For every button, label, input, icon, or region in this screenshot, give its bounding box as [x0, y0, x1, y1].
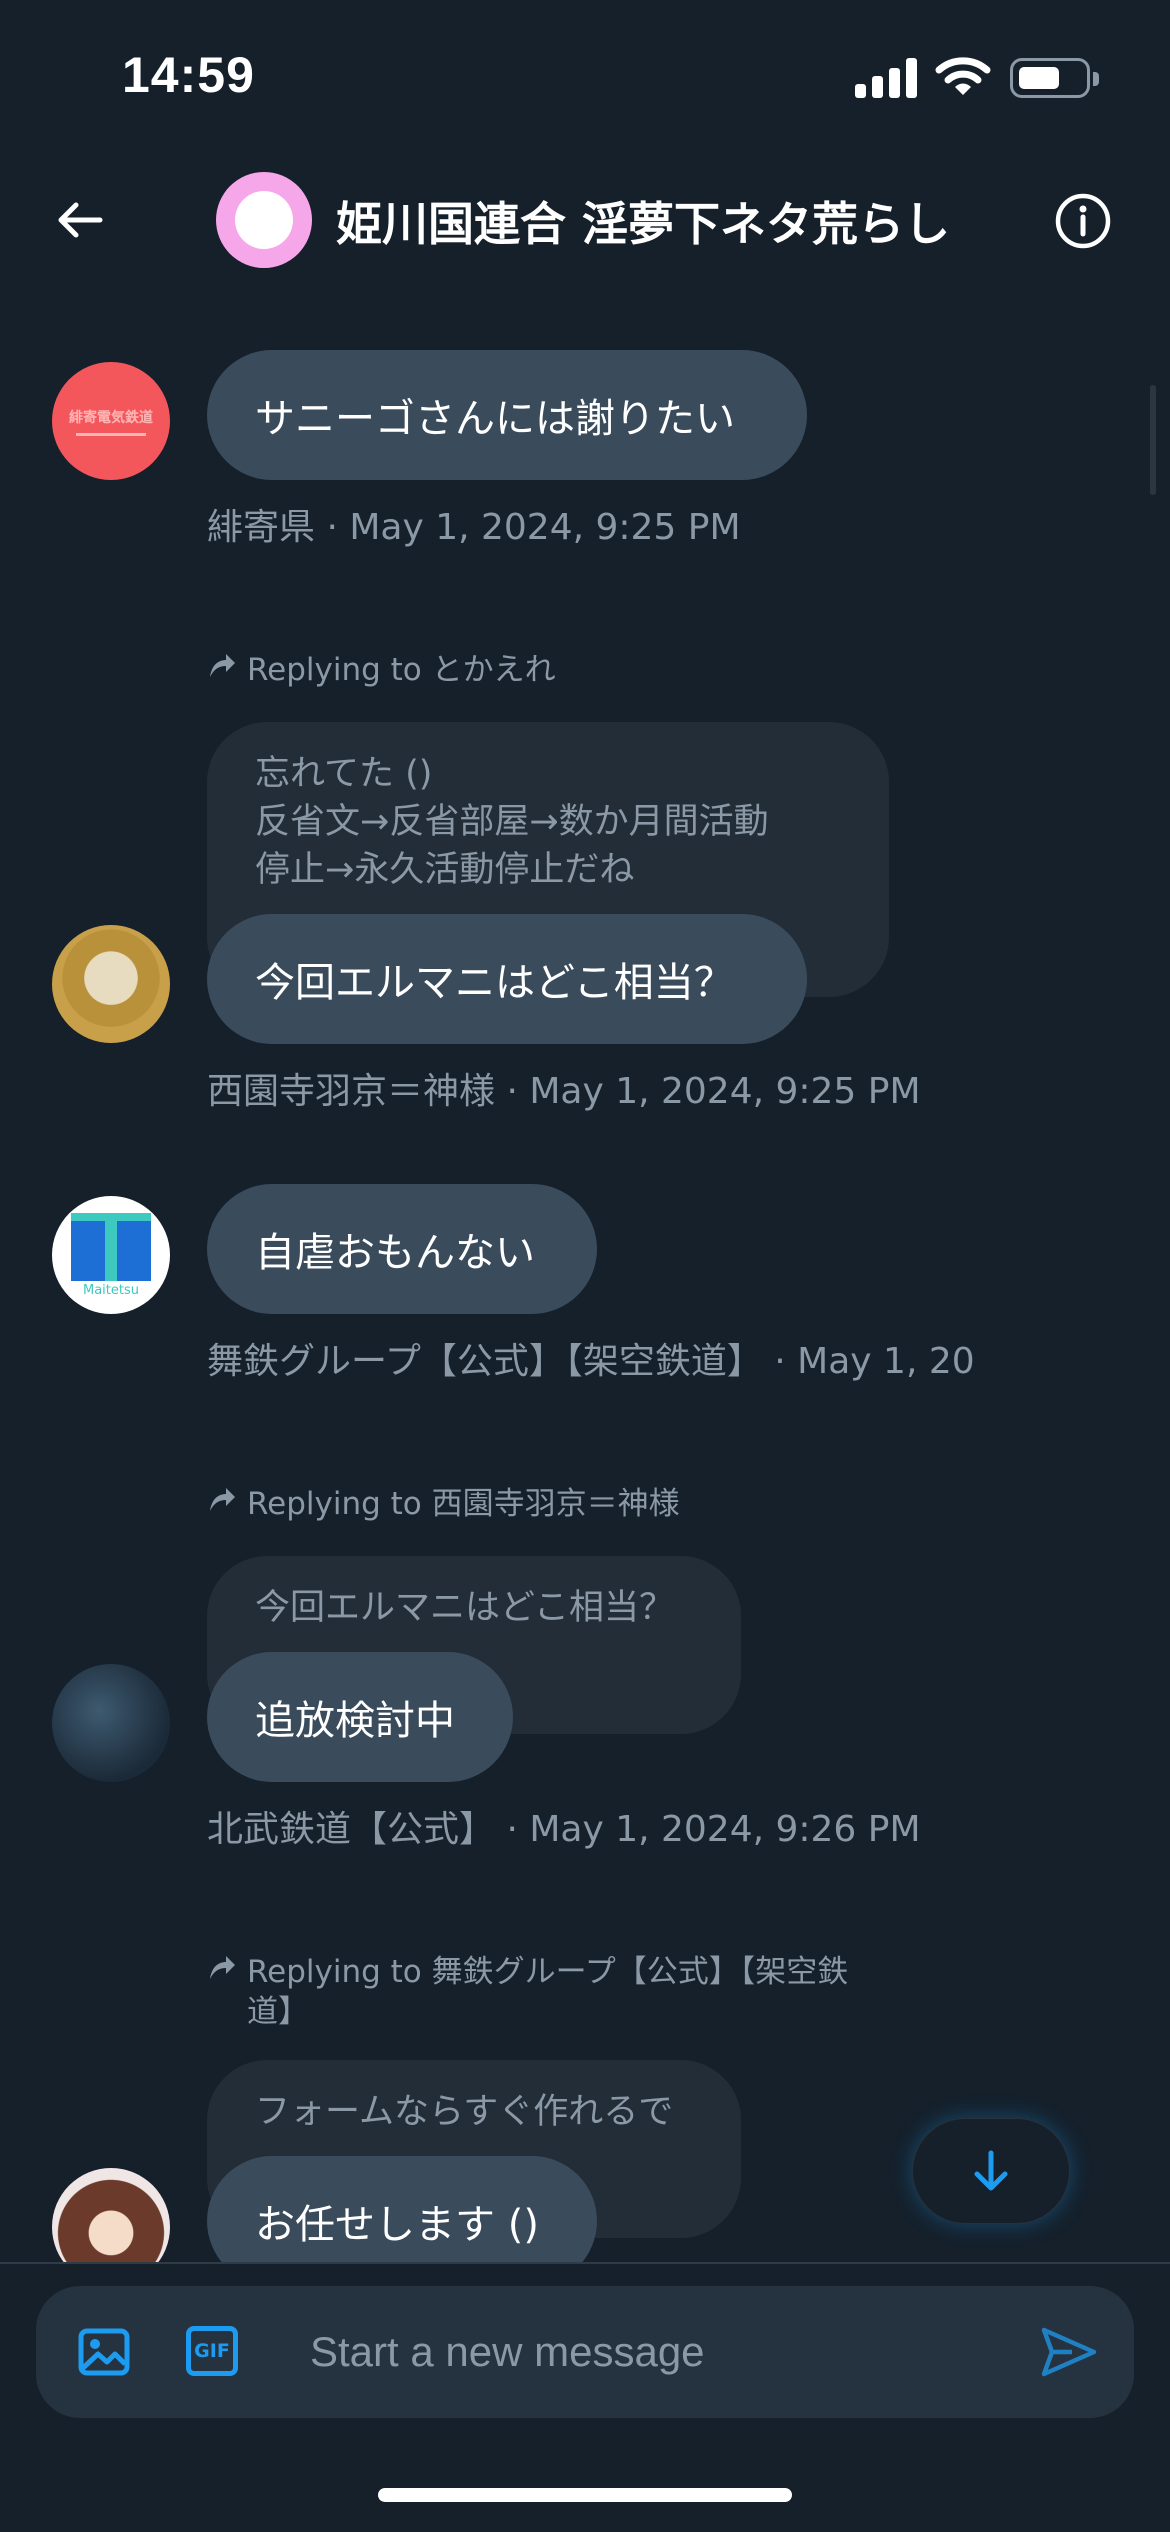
battery-icon [1010, 58, 1099, 98]
home-indicator[interactable] [378, 2488, 792, 2502]
message-bubble[interactable]: 自虐おもんない [207, 1184, 597, 1314]
info-icon[interactable] [1054, 192, 1112, 250]
reply-label-text: Replying to 西園寺羽京＝神様 [247, 1486, 680, 1522]
image-icon[interactable] [76, 2324, 132, 2380]
cellular-signal-icon [855, 58, 917, 98]
message-input[interactable] [310, 2322, 1010, 2382]
status-bar: 14:59 [0, 0, 1170, 150]
reply-arrow-icon [210, 1488, 235, 1511]
group-avatar[interactable] [216, 172, 312, 268]
avatar[interactable] [52, 1664, 170, 1782]
back-button[interactable] [50, 190, 110, 250]
reply-label: Replying to 西園寺羽京＝神様 [207, 1484, 680, 1524]
send-icon[interactable] [1038, 2324, 1098, 2380]
message-bubble[interactable]: サニーゴさんには謝りたい [207, 350, 807, 480]
conversation-title[interactable]: 姫川国連合 淫夢下ネタ荒らし [336, 188, 950, 254]
message-bubble[interactable]: 追放検討中 [207, 1652, 513, 1782]
reply-label-text: Replying to とかえれ [247, 652, 556, 688]
arrow-down-icon [974, 2150, 1008, 2191]
reply-arrow-icon [210, 1956, 235, 1979]
gif-button[interactable]: GIF [186, 2326, 238, 2376]
scrollbar[interactable] [1150, 385, 1156, 495]
reply-label-text: Replying to 舞鉄グループ【公式】【架空鉄 道】 [247, 1954, 849, 2030]
reply-arrow-icon [210, 654, 235, 677]
avatar[interactable] [52, 925, 170, 1043]
arrow-left-icon [58, 202, 103, 238]
message-composer: GIF [36, 2286, 1134, 2418]
wifi-icon [935, 57, 991, 95]
message-meta: 西園寺羽京＝神様 · May 1, 2024, 9:25 PM [207, 1071, 921, 1112]
reply-label: Replying to とかえれ [207, 650, 556, 690]
avatar[interactable]: Maitetsu [52, 1196, 170, 1314]
conversation-header: 姫川国連合 淫夢下ネタ荒らし [0, 150, 1170, 290]
avatar-caption: 緋寄電気鉄道 [69, 409, 153, 426]
scroll-to-bottom-button[interactable] [912, 2118, 1070, 2224]
message-bubble[interactable]: 今回エルマニはどこ相当？ [207, 914, 807, 1044]
status-time: 14:59 [122, 47, 255, 103]
message-meta: 緋寄県 · May 1, 2024, 9:25 PM [207, 507, 741, 548]
avatar[interactable]: 緋寄電気鉄道 [52, 362, 170, 480]
avatar-caption: Maitetsu [83, 1282, 139, 1298]
reply-label: Replying to 舞鉄グループ【公式】【架空鉄 道】 [207, 1952, 907, 2032]
message-meta: 北武鉄道【公式】 · May 1, 2024, 9:26 PM [207, 1809, 921, 1850]
message-meta: 舞鉄グループ【公式】【架空鉄道】 · May 1, 20 [207, 1341, 975, 1382]
